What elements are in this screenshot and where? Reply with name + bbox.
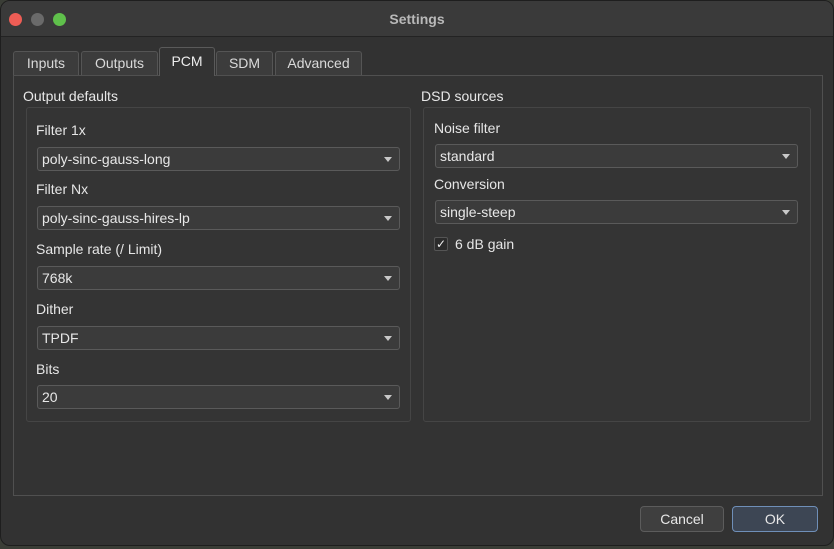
filter-nx-select[interactable]: poly-sinc-gauss-hires-lp [37, 206, 400, 230]
chevron-down-icon [384, 276, 392, 281]
sample-rate-label: Sample rate (/ Limit) [36, 241, 163, 257]
gain-checkbox-label[interactable]: 6 dB gain [455, 236, 514, 252]
chevron-down-icon [782, 154, 790, 159]
bits-value: 20 [42, 389, 58, 405]
settings-window: Settings Inputs Outputs PCM SDM Advanced… [0, 0, 834, 546]
bits-label: Bits [36, 361, 60, 377]
checkmark-icon: ✓ [435, 237, 447, 251]
filter-1x-label: Filter 1x [36, 122, 86, 138]
sample-rate-value: 768k [42, 270, 73, 286]
noise-filter-value: standard [440, 148, 495, 164]
output-defaults-title: Output defaults [23, 88, 118, 104]
sample-rate-select[interactable]: 768k [37, 266, 400, 290]
conversion-value: single-steep [440, 204, 516, 220]
filter-nx-label: Filter Nx [36, 181, 89, 197]
bits-select[interactable]: 20 [37, 385, 400, 409]
filter-1x-value: poly-sinc-gauss-long [42, 151, 171, 167]
tab-inputs[interactable]: Inputs [13, 51, 79, 75]
dither-value: TPDF [42, 330, 79, 346]
chevron-down-icon [384, 216, 392, 221]
filter-nx-value: poly-sinc-gauss-hires-lp [42, 210, 190, 226]
dither-label: Dither [36, 301, 74, 317]
gain-checkbox[interactable]: ✓ [434, 237, 448, 251]
conversion-select[interactable]: single-steep [435, 200, 798, 224]
chevron-down-icon [384, 395, 392, 400]
dither-select[interactable]: TPDF [37, 326, 400, 350]
conversion-label: Conversion [434, 176, 505, 192]
cancel-button[interactable]: Cancel [640, 506, 724, 532]
noise-filter-label: Noise filter [434, 120, 501, 136]
tab-sdm[interactable]: SDM [216, 51, 273, 75]
pcm-tab-panel: Output defaults Filter 1x poly-sinc-gaus… [13, 75, 823, 496]
chevron-down-icon [782, 210, 790, 215]
title-bar[interactable]: Settings [1, 1, 833, 37]
chevron-down-icon [384, 157, 392, 162]
tab-advanced[interactable]: Advanced [275, 51, 362, 75]
tab-outputs[interactable]: Outputs [81, 51, 158, 75]
tab-pcm[interactable]: PCM [159, 47, 215, 76]
dsd-sources-title: DSD sources [421, 88, 504, 104]
chevron-down-icon [384, 336, 392, 341]
window-title: Settings [389, 11, 445, 27]
ok-button[interactable]: OK [732, 506, 818, 532]
noise-filter-select[interactable]: standard [435, 144, 798, 168]
filter-1x-select[interactable]: poly-sinc-gauss-long [37, 147, 400, 171]
